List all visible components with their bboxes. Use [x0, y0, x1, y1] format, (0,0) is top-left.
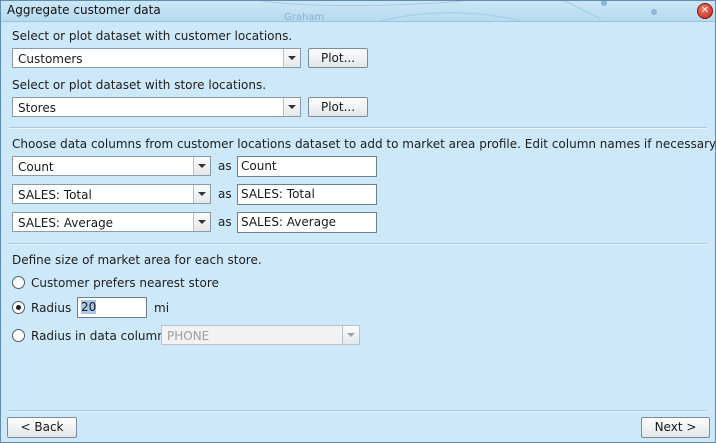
column-name-input[interactable]: SALES: Average [237, 212, 377, 233]
next-button[interactable]: Next > [641, 417, 710, 438]
column-select-value: SALES: Average [18, 216, 114, 230]
market-area-label: Define size of market area for each stor… [12, 253, 262, 267]
title-bar: Graham Aggregate customer data ✕ [1, 1, 715, 22]
nearest-store-label: Customer prefers nearest store [31, 276, 219, 290]
column-select-value: Count [18, 160, 54, 174]
chevron-down-icon[interactable] [193, 185, 210, 203]
radius-label: Radius [31, 301, 72, 315]
map-label: Graham [284, 12, 325, 22]
aggregate-dialog: Graham Aggregate customer data ✕ Select … [0, 0, 716, 443]
radius-unit: mi [154, 301, 170, 315]
column-select[interactable]: SALES: Total [12, 184, 211, 204]
chevron-down-icon[interactable] [283, 98, 300, 116]
chevron-down-icon[interactable] [193, 213, 210, 231]
close-icon[interactable]: ✕ [697, 3, 713, 19]
chevron-down-icon[interactable] [342, 326, 359, 344]
column-name-input[interactable]: Count [237, 156, 377, 177]
column-select-value: SALES: Total [18, 188, 92, 202]
customer-dataset-value: Customers [18, 52, 83, 66]
as-label: as [218, 159, 232, 173]
radius-input[interactable]: 20 [77, 297, 147, 318]
nearest-store-radio[interactable] [12, 276, 25, 289]
radius-value: 20 [81, 300, 97, 314]
store-dataset-select[interactable]: Stores [12, 97, 301, 117]
column-select[interactable]: SALES: Average [12, 212, 211, 232]
radius-column-label: Radius in data column [31, 329, 165, 343]
column-select[interactable]: Count [12, 156, 211, 176]
radius-radio[interactable] [12, 301, 25, 314]
as-label: as [218, 187, 232, 201]
store-dataset-label: Select or plot dataset with store locati… [12, 78, 267, 92]
as-label: as [218, 215, 232, 229]
chevron-down-icon[interactable] [283, 49, 300, 67]
window-title: Aggregate customer data [7, 3, 161, 17]
plot-customers-button[interactable]: Plot... [308, 48, 368, 68]
divider [9, 410, 707, 412]
plot-stores-button[interactable]: Plot... [308, 97, 368, 117]
divider [9, 243, 707, 245]
radius-column-radio[interactable] [12, 329, 25, 342]
data-column-select[interactable]: PHONE [161, 325, 360, 345]
back-button[interactable]: < Back [7, 417, 77, 438]
store-dataset-value: Stores [18, 101, 56, 115]
data-column-value: PHONE [167, 329, 210, 343]
divider [9, 127, 707, 129]
customer-dataset-select[interactable]: Customers [12, 48, 301, 68]
chevron-down-icon[interactable] [193, 157, 210, 175]
columns-label: Choose data columns from customer locati… [12, 137, 716, 151]
column-name-input[interactable]: SALES: Total [237, 184, 377, 205]
customer-dataset-label: Select or plot dataset with customer loc… [12, 29, 293, 43]
